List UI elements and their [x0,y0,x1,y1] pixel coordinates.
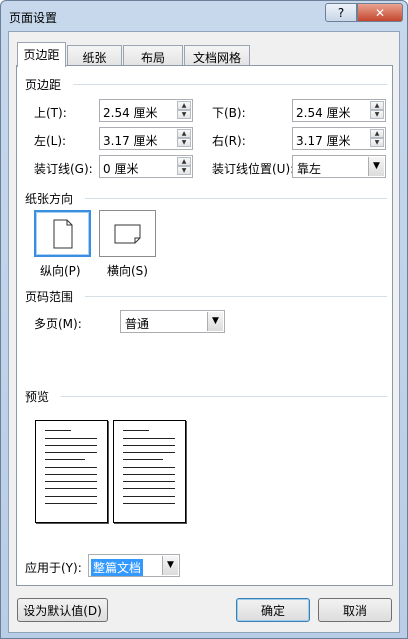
right-margin-value: 3.17 厘米 [296,134,351,148]
ok-button[interactable]: 确定 [236,598,310,622]
spin-down-icon[interactable]: ▼ [370,138,384,147]
spin-up-icon[interactable]: ▲ [370,101,384,110]
landscape-option[interactable] [99,210,156,257]
spin-up-icon[interactable]: ▲ [370,129,384,138]
tab-margins[interactable]: 页边距 [17,42,66,67]
bottom-margin-spinner[interactable]: 2.54 厘米 ▲ ▼ [292,99,386,122]
tab-layout[interactable]: 布局 [123,45,183,66]
dialog-title: 页面设置 [9,11,58,25]
section-divider [85,296,387,297]
set-default-button[interactable]: 设为默认值(D) [17,598,108,622]
gutter-spinner[interactable]: 0 厘米 ▲ ▼ [99,155,193,178]
gutter-label: 装订线(G): [34,162,93,176]
dialog-body: 页边距 纸张 布局 文档网格 页边距 上(T): 2.54 厘米 ▲ ▼ 下(B)… [8,31,400,633]
gutter-position-value: 靠左 [297,162,322,176]
multiple-pages-label: 多页(M): [34,317,82,331]
left-margin-label: 左(L): [34,134,67,148]
section-divider [61,396,387,397]
spin-up-icon[interactable]: ▲ [177,129,191,138]
apply-to-select[interactable]: 整篇文档 ▼ [88,554,180,577]
preview-section-title: 预览 [25,390,50,404]
right-margin-label: 右(R): [212,134,246,148]
orientation-section-title: 纸张方向 [25,192,74,206]
spin-up-icon[interactable]: ▲ [177,157,191,166]
preview-left-page [35,420,108,523]
spin-down-icon[interactable]: ▼ [370,110,384,119]
portrait-label: 纵向(P) [40,264,81,278]
tab-document-grid[interactable]: 文档网格 [184,45,250,66]
margins-panel: 页边距 上(T): 2.54 厘米 ▲ ▼ 下(B): 2.54 厘米 ▲ ▼ 左(… [16,65,393,586]
left-margin-spinner[interactable]: 3.17 厘米 ▲ ▼ [99,127,193,150]
top-margin-label: 上(T): [34,106,67,120]
left-margin-value: 3.17 厘米 [103,134,158,148]
top-margin-spinner[interactable]: 2.54 厘米 ▲ ▼ [99,99,193,122]
portrait-page-icon [53,219,73,249]
page-setup-dialog: 页面设置 ? ✕ 页边距 纸张 布局 文档网格 页边距 上(T): 2.54 厘… [0,0,408,639]
bottom-margin-value: 2.54 厘米 [296,106,351,120]
gutter-position-label: 装订线位置(U): [212,162,295,176]
close-button[interactable]: ✕ [357,3,403,22]
top-margin-value: 2.54 厘米 [103,106,158,120]
multiple-pages-select[interactable]: 普通 ▼ [120,310,225,333]
spin-down-icon[interactable]: ▼ [177,166,191,175]
bottom-margin-label: 下(B): [212,106,246,120]
multiple-pages-value: 普通 [125,317,150,331]
landscape-page-icon [114,224,141,244]
help-button[interactable]: ? [325,3,357,22]
gutter-value: 0 厘米 [103,162,139,176]
section-divider [73,84,387,85]
preview-right-page [113,420,186,523]
tab-paper[interactable]: 纸张 [67,45,122,66]
chevron-down-icon[interactable]: ▼ [368,157,384,176]
cancel-button[interactable]: 取消 [318,598,392,622]
gutter-position-select[interactable]: 靠左 ▼ [292,155,386,178]
spin-down-icon[interactable]: ▼ [177,138,191,147]
margins-section-title: 页边距 [25,78,62,92]
title-bar[interactable]: 页面设置 ? ✕ [1,1,407,31]
right-margin-spinner[interactable]: 3.17 厘米 ▲ ▼ [292,127,386,150]
chevron-down-icon[interactable]: ▼ [162,556,178,575]
spin-up-icon[interactable]: ▲ [177,101,191,110]
spin-down-icon[interactable]: ▼ [177,110,191,119]
pages-section-title: 页码范围 [25,290,74,304]
apply-to-label: 应用于(Y): [25,561,82,575]
apply-to-value: 整篇文档 [91,559,144,576]
chevron-down-icon[interactable]: ▼ [207,312,223,331]
section-divider [85,198,387,199]
landscape-label: 横向(S) [107,264,148,278]
portrait-option[interactable] [34,210,91,257]
